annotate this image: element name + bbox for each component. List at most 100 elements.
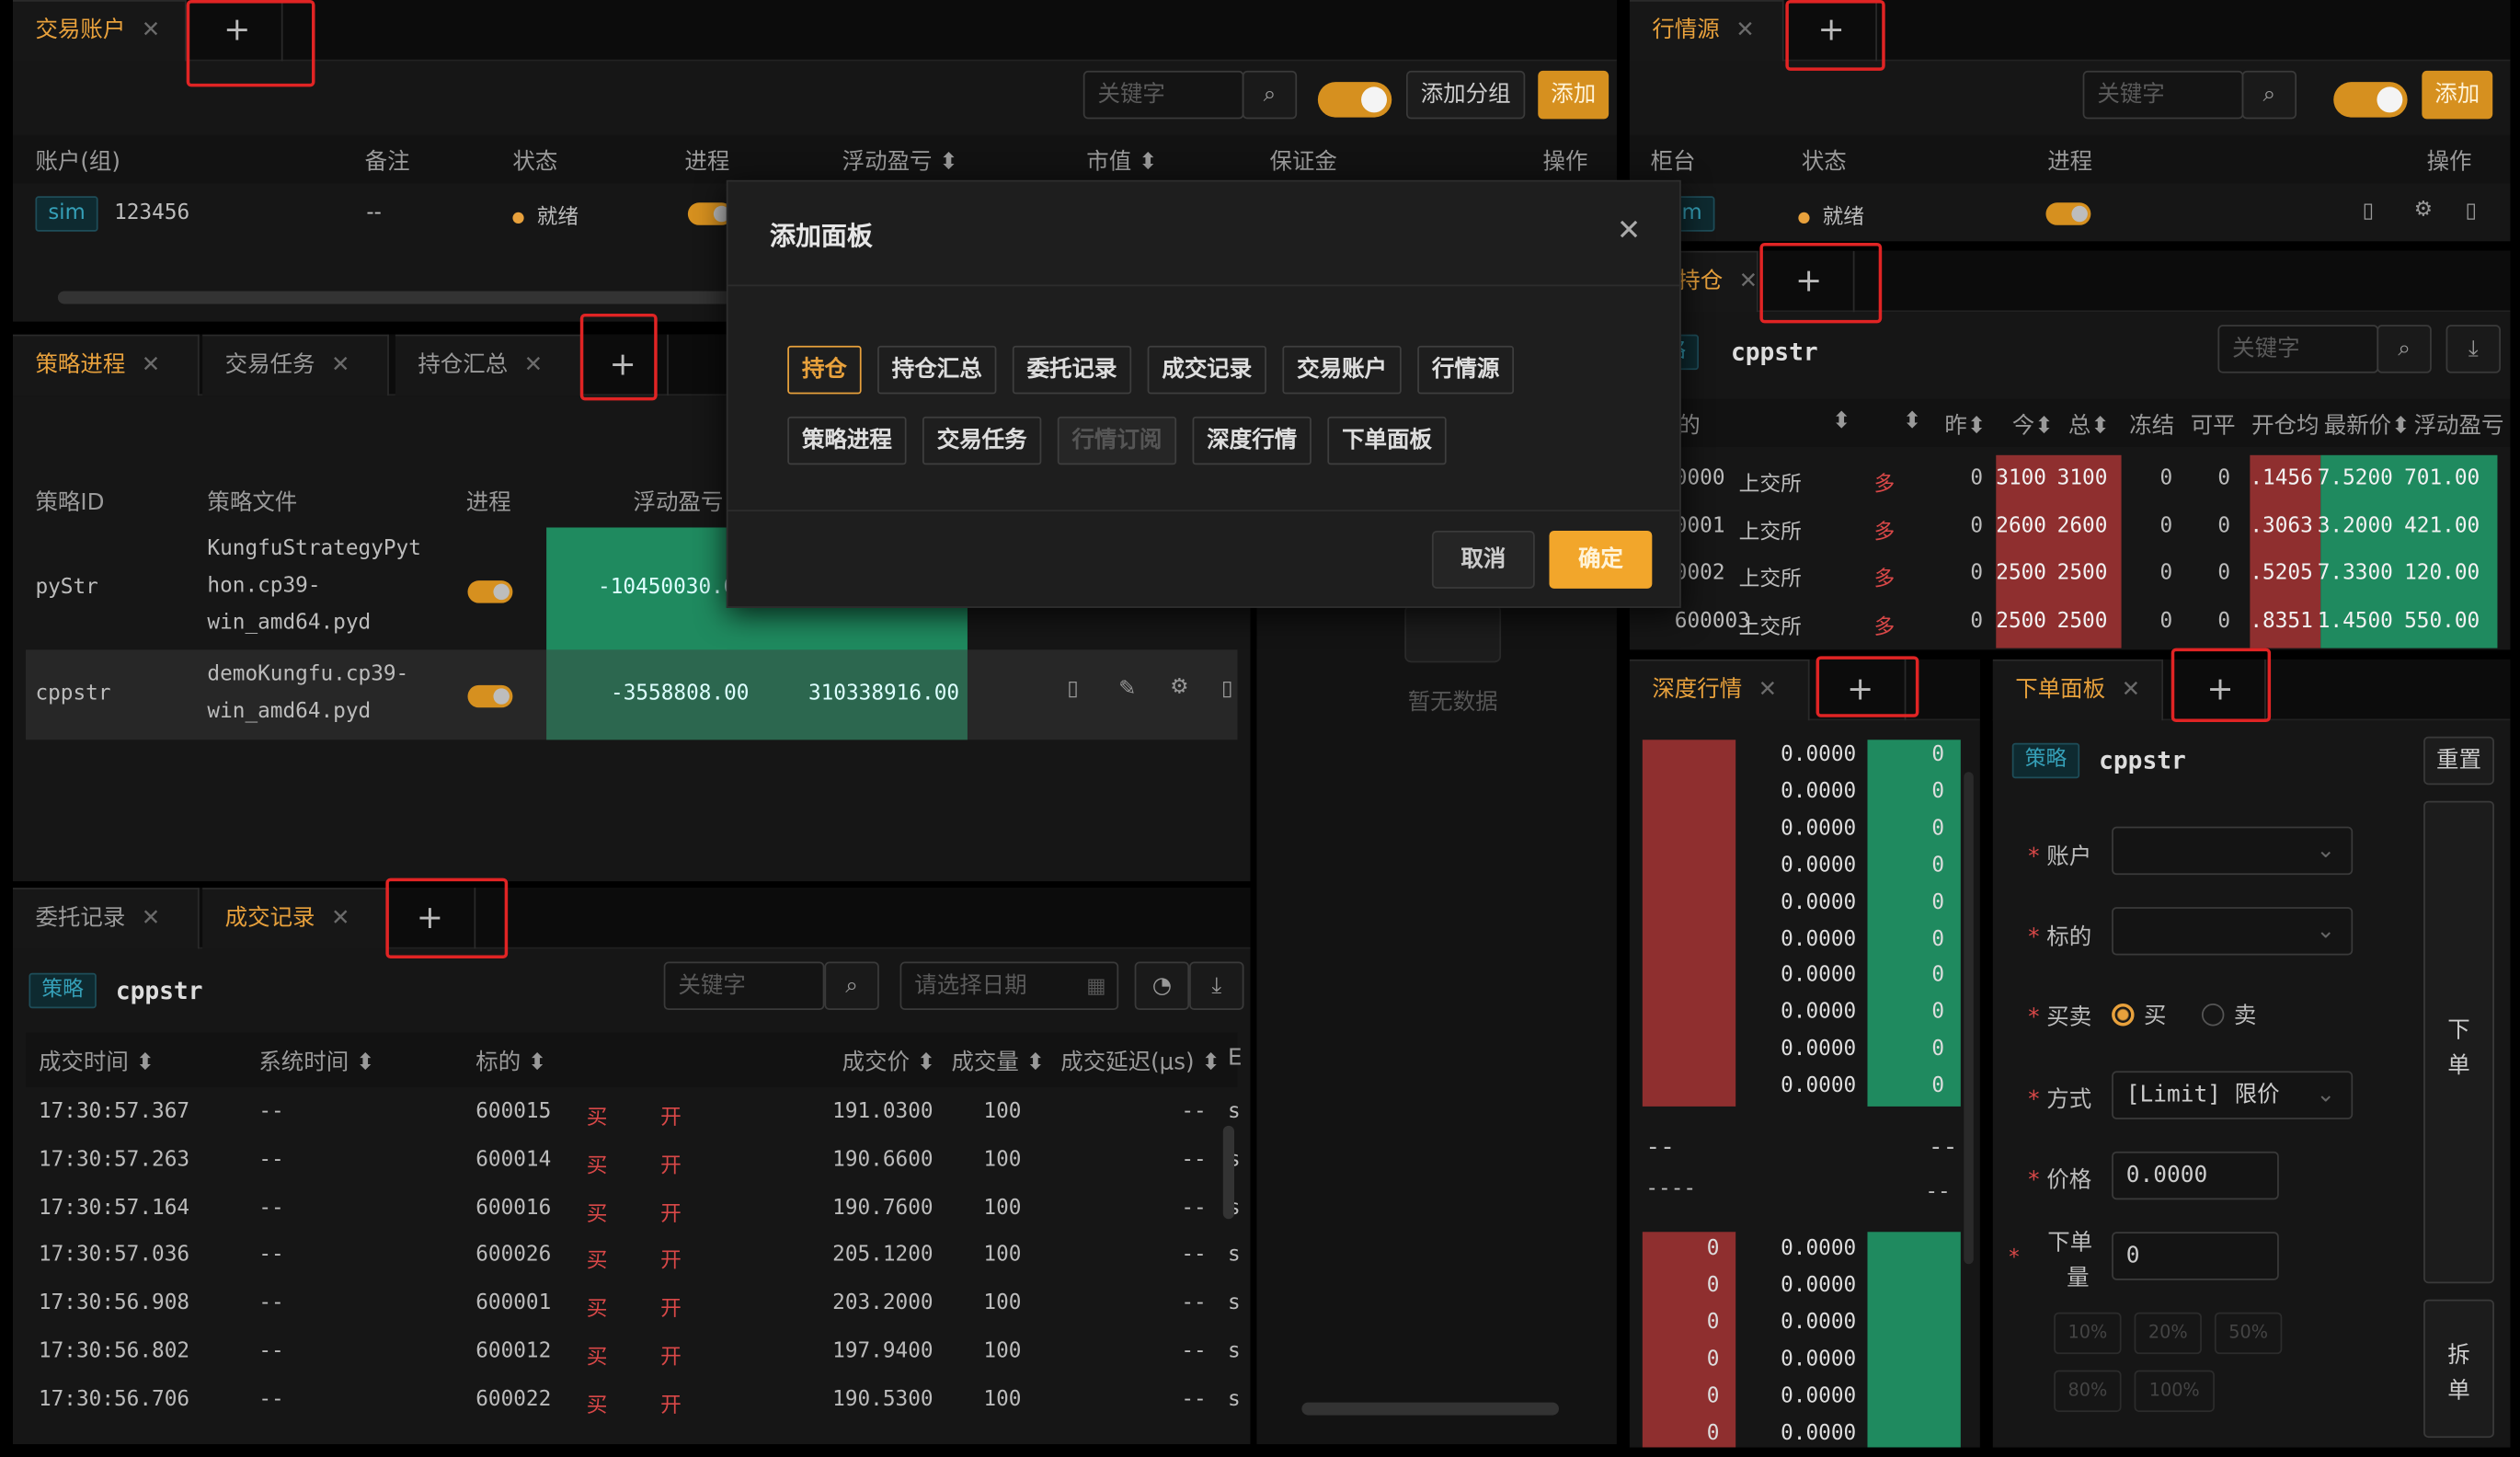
table-row[interactable]: cppstr demoKungfu.cp39- win_amd64.pyd -3… [25,649,1238,740]
pct-20-button[interactable]: 20% [2134,1312,2202,1355]
table-row[interactable]: 17:30:56.908 -- 600001 买 开 203.2000 100 -- s [26,1282,1241,1327]
add-tab-button[interactable]: + [1765,250,1855,313]
close-icon[interactable]: ✕ [1758,677,1778,703]
col-total[interactable]: 总⬍ [2068,408,2110,441]
quantity-input[interactable]: 0 [2112,1232,2279,1280]
col-last-price[interactable]: 最新价⬍ [2324,408,2411,441]
table-row[interactable]: 0000 上交所 多 0 3100 3100 0 0 .1456 7.5200 701.00 [1630,457,2511,502]
pct-100-button[interactable]: 100% [2134,1370,2215,1413]
tab-trade-task[interactable]: 交易任务 ✕ [202,334,389,396]
col-pnl[interactable]: 浮动盈亏 ⬍ [842,144,958,177]
tab-depth[interactable]: 深度行情 ✕ [1629,659,1810,721]
pct-50-button[interactable]: 50% [2214,1312,2283,1355]
keyword-input[interactable]: 关键字 [2217,325,2379,373]
panel-option-button[interactable]: 深度行情 [1192,416,1312,465]
pie-chart-icon[interactable]: ◔ [1134,961,1190,1010]
close-icon[interactable]: ✕ [142,905,161,931]
tab-order-panel[interactable]: 下单面板 ✕ [1992,659,2164,721]
close-icon[interactable]: ✕ [331,352,350,378]
gear-icon[interactable]: ⚙ [2414,198,2433,222]
col-price[interactable]: 成交价 ⬍ [842,1045,936,1077]
edit-icon[interactable]: ✎ [1118,677,1136,701]
col-yesterday[interactable]: 昨⬍ [1944,408,1986,441]
tab-strategy-process[interactable]: 策略进程 ✕ [12,334,200,396]
strategy-process-toggle[interactable] [467,580,513,603]
vertical-scrollbar[interactable] [1964,772,1974,1265]
search-icon[interactable]: ⌕ [2241,70,2297,120]
close-icon[interactable]: ✕ [524,352,544,378]
panel-option-button[interactable]: 成交记录 [1147,345,1266,395]
close-icon[interactable]: ✕ [331,905,350,931]
close-icon[interactable]: ✕ [1735,17,1755,43]
panel-option-button[interactable]: 持仓 [787,345,862,395]
add-group-button[interactable]: 添加分组 [1405,70,1526,120]
file-icon[interactable]: ▯ [2363,200,2375,224]
add-tab-button[interactable]: + [193,0,283,62]
pct-10-button[interactable]: 10% [2054,1312,2122,1355]
horizontal-scrollbar[interactable] [57,291,750,304]
tab-order-records[interactable]: 委托记录 ✕ [12,888,200,949]
search-icon[interactable]: ⌕ [1242,70,1298,120]
confirm-button[interactable]: 确定 [1549,530,1653,589]
col-volume[interactable]: 成交量 ⬍ [951,1045,1045,1077]
keyword-input[interactable]: 关键字 [2082,70,2244,120]
table-row[interactable]: 600003 上交所多 0 2500 2500 0 0.8351 1.4500 550.00 [1630,600,2511,645]
pct-80-button[interactable]: 80% [2054,1370,2122,1413]
reset-button[interactable]: 重置 [2423,736,2494,786]
keyword-input[interactable]: 关键字 [663,961,825,1010]
file-icon[interactable]: ▯ [1067,677,1079,701]
quote-process-toggle[interactable] [2045,202,2091,225]
gear-icon[interactable]: ⚙ [1170,675,1188,699]
close-icon[interactable]: ✕ [2122,677,2141,703]
panel-option-button[interactable]: 下单面板 [1327,416,1447,465]
trash-icon[interactable]: ▯ [1221,677,1233,701]
col-sort[interactable]: ⬍ [1832,408,1851,434]
account-toggle[interactable] [1317,82,1392,118]
panel-option-button[interactable]: 委托记录 [1012,345,1132,395]
table-row[interactable]: 17:30:56.802 -- 600012 买 开 197.9400 100 -- s [26,1330,1241,1375]
table-row[interactable]: 0002 上交所 多 0 2500 2500 0 0 .5205 7.3300 120.00 [1630,552,2511,597]
col-latency[interactable]: 成交延迟(μs) ⬍ [1060,1045,1220,1077]
close-icon[interactable]: ✕ [1739,269,1758,294]
search-icon[interactable]: ⌕ [2377,325,2432,373]
price-input[interactable]: 0.0000 [2112,1151,2279,1200]
cancel-button[interactable]: 取消 [1431,530,1535,589]
horizontal-scrollbar[interactable] [1301,1402,1559,1416]
symbol-select[interactable]: ⌄ [2112,907,2354,956]
panel-option-button[interactable]: 行情源 [1417,345,1515,395]
col-trade-time[interactable]: 成交时间 ⬍ [39,1045,155,1077]
add-tab-button[interactable]: + [1787,0,1877,62]
add-tab-button[interactable]: + [385,888,476,949]
buy-radio[interactable]: 买 [2112,999,2166,1031]
split-order-button[interactable]: 拆 单 [2423,1299,2494,1439]
panel-option-button[interactable]: 交易任务 [922,416,1042,465]
place-order-button[interactable]: 下 单 [2423,800,2494,1284]
strategy-process-toggle[interactable] [467,684,513,708]
tab-position-summary[interactable]: 持仓汇总 ✕ [395,334,582,396]
sell-radio[interactable]: 卖 [2201,999,2256,1031]
table-row[interactable]: 17:30:57.367 -- 600015 买 开 191.0300 100 -- s [26,1090,1241,1135]
panel-option-button[interactable]: 交易账户 [1282,345,1402,395]
account-select[interactable]: ⌄ [2112,826,2354,876]
tab-account[interactable]: 交易账户 ✕ [12,0,187,62]
table-row[interactable]: 17:30:56.706 -- 600022 买 开 190.5300 100 -- s [26,1378,1241,1423]
add-tab-button[interactable]: + [578,334,669,396]
tab-quote-source[interactable]: 行情源 ✕ [1629,0,1784,62]
add-button[interactable]: 添加 [2422,70,2493,120]
col-sort[interactable]: ⬍ [1903,408,1922,434]
add-tab-button[interactable]: + [2176,659,2266,721]
table-row[interactable]: 0001 上交所 多 0 2600 2600 0 0 .3063 3.2000 421.00 [1630,504,2511,549]
method-select[interactable]: [Limit] 限价 ⌄ [2112,1071,2354,1119]
col-today[interactable]: 今⬍ [2012,408,2054,441]
quote-toggle[interactable] [2333,82,2408,118]
col-system-time[interactable]: 系统时间 ⬍ [258,1045,374,1077]
keyword-input[interactable]: 关键字 [1082,70,1244,120]
table-row[interactable]: 17:30:57.164--600016买开190.7600100--s [26,1187,1241,1232]
col-value[interactable]: 市值 ⬍ [1086,144,1157,177]
table-row[interactable]: 17:30:57.263--600014买开190.6600100--s [26,1139,1241,1184]
panel-option-button[interactable]: 策略进程 [787,416,907,465]
add-button[interactable]: 添加 [1538,70,1609,120]
close-icon[interactable]: ✕ [142,352,161,378]
close-icon[interactable]: ✕ [142,17,161,43]
vertical-scrollbar[interactable] [1222,1125,1235,1220]
